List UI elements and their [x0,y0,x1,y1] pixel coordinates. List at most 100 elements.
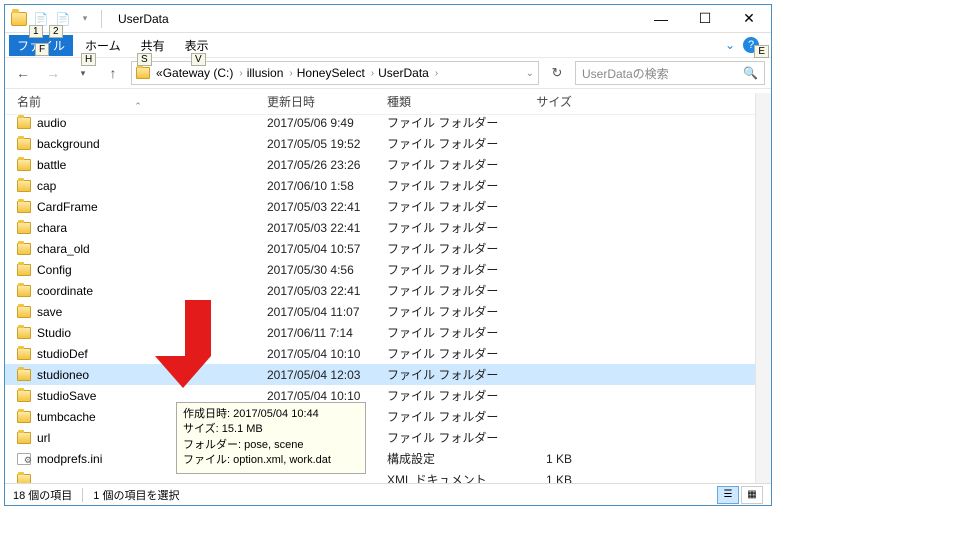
file-date: 2017/05/04 10:10 [267,347,387,361]
file-list[interactable]: audio2017/05/06 9:49ファイル フォルダーbackground… [5,112,771,483]
keyhint: F [35,43,49,56]
file-size: 1 KB [502,473,572,484]
file-name: studioDef [37,347,88,361]
folder-icon [17,327,31,339]
file-row[interactable]: tumbcache10:10ファイル フォルダー [5,406,771,427]
file-row[interactable]: CardFrame2017/05/03 22:41ファイル フォルダー [5,196,771,217]
file-date: 2017/05/03 22:41 [267,221,387,235]
folder-icon [17,411,31,423]
file-row[interactable]: url10:39ファイル フォルダー [5,427,771,448]
scrollbar[interactable] [755,93,771,483]
file-type: 構成設定 [387,450,502,467]
status-count: 18 個の項目 [13,487,72,503]
file-type: ファイル フォルダー [387,135,502,152]
chevron-right-icon: › [235,68,246,79]
explorer-window: 📄 📄 ▾ UserData — ☐ ✕ 1 2 F H S V E ファイル … [4,4,772,506]
folder-icon [17,264,31,276]
folder-icon [136,67,150,79]
file-name: tumbcache [37,410,96,424]
ribbon-tabs: ファイル ホーム 共有 表示 ⌄ ? [5,33,771,57]
file-row[interactable]: Studio2017/06/11 7:14ファイル フォルダー [5,322,771,343]
search-icon: 🔍 [743,66,758,80]
file-date: 2017/05/26 23:26 [267,158,387,172]
file-type: ファイル フォルダー [387,219,502,236]
address-dropdown-icon[interactable]: ⌄ [526,68,534,79]
tooltip-line: 作成日時: 2017/05/04 10:44 [183,407,359,422]
file-row[interactable]: coordinate 2017/05/03 22:41ファイル フォルダー [5,280,771,301]
keyhint: E [754,45,769,58]
file-name: battle [37,158,66,172]
file-type: ファイル フォルダー [387,282,502,299]
keyhint: H [81,53,96,66]
folder-icon [17,474,31,484]
folder-icon [17,306,31,318]
file-date: 2017/05/06 9:49 [267,116,387,130]
qat-dropdown[interactable]: ▾ [75,9,95,29]
breadcrumb[interactable]: Gateway (C:) [163,66,234,80]
config-file-icon [17,453,31,465]
minimize-button[interactable]: — [639,5,683,33]
icons-view-button[interactable]: ▦ [741,486,763,504]
breadcrumb[interactable]: illusion [247,66,284,80]
file-name: Studio [37,326,71,340]
file-name: cap [37,179,56,193]
tooltip-line: フォルダー: pose, scene [183,438,359,453]
separator [101,10,102,28]
tooltip-line: サイズ: 15.1 MB [183,422,359,437]
keyhint: 2 [49,25,63,38]
up-button[interactable]: ↑ [101,61,125,85]
close-button[interactable]: ✕ [727,5,771,33]
file-row[interactable]: studioneo2017/05/04 12:03ファイル フォルダー [5,364,771,385]
file-name: chara [37,221,67,235]
file-type: ファイル フォルダー [387,114,502,131]
search-input[interactable]: UserDataの検索 🔍 [575,61,765,85]
file-row[interactable]: chara 2017/05/03 22:41ファイル フォルダー [5,217,771,238]
folder-icon [17,138,31,150]
forward-button[interactable]: → [41,61,65,85]
file-date: 2017/05/30 4:56 [267,263,387,277]
file-name: coordinate [37,284,93,298]
file-name: Config [37,263,72,277]
file-row[interactable]: studioSave2017/05/04 10:10ファイル フォルダー [5,385,771,406]
file-name: chara_old [37,242,90,256]
sort-indicator-icon: ⌃ [0,101,771,112]
file-row[interactable]: chara_old 2017/05/04 10:57ファイル フォルダー [5,238,771,259]
file-date: 2017/05/04 11:07 [267,305,387,319]
file-date: 2017/05/03 22:41 [267,284,387,298]
refresh-button[interactable]: ↻ [545,62,569,84]
breadcrumb[interactable]: HoneySelect [297,66,365,80]
file-date: 2017/05/04 10:57 [267,242,387,256]
file-row[interactable]: audio 2017/05/06 9:49ファイル フォルダー [5,112,771,133]
file-name: save [37,305,62,319]
file-type: ファイル フォルダー [387,387,502,404]
file-row[interactable]: cap2017/06/10 1:58ファイル フォルダー [5,175,771,196]
file-row[interactable]: XML ドキュメント1 KB [5,469,771,483]
back-button[interactable]: ← [11,61,35,85]
breadcrumb-prefix: « [156,66,163,80]
separator [82,488,83,502]
breadcrumb[interactable]: UserData [378,66,429,80]
file-size: 1 KB [502,452,572,466]
maximize-button[interactable]: ☐ [683,5,727,33]
keyhint: V [191,53,206,66]
file-row[interactable]: modprefs.ini15:49構成設定1 KB [5,448,771,469]
file-row[interactable]: Config2017/05/30 4:56ファイル フォルダー [5,259,771,280]
ribbon-expand-chevron-icon[interactable]: ⌄ [725,38,735,52]
chevron-right-icon: › [431,68,442,79]
file-row[interactable]: battle2017/05/26 23:26ファイル フォルダー [5,154,771,175]
file-type: ファイル フォルダー [387,240,502,257]
folder-icon [17,348,31,360]
file-date: 2017/05/05 19:52 [267,137,387,151]
file-name: studioSave [37,389,96,403]
file-name: background [37,137,100,151]
file-date: 2017/06/10 1:58 [267,179,387,193]
file-row[interactable]: studioDef2017/05/04 10:10ファイル フォルダー [5,343,771,364]
details-view-button[interactable]: ☰ [717,486,739,504]
status-selected: 1 個の項目を選択 [93,487,179,503]
file-name: audio [37,116,66,130]
navigation-bar: ← → ▾ ↑ « Gateway (C:)› illusion› HoneyS… [5,57,771,89]
file-row[interactable]: background 2017/05/05 19:52ファイル フォルダー [5,133,771,154]
folder-icon [17,285,31,297]
file-row[interactable]: save2017/05/04 11:07ファイル フォルダー [5,301,771,322]
folder-icon [17,159,31,171]
